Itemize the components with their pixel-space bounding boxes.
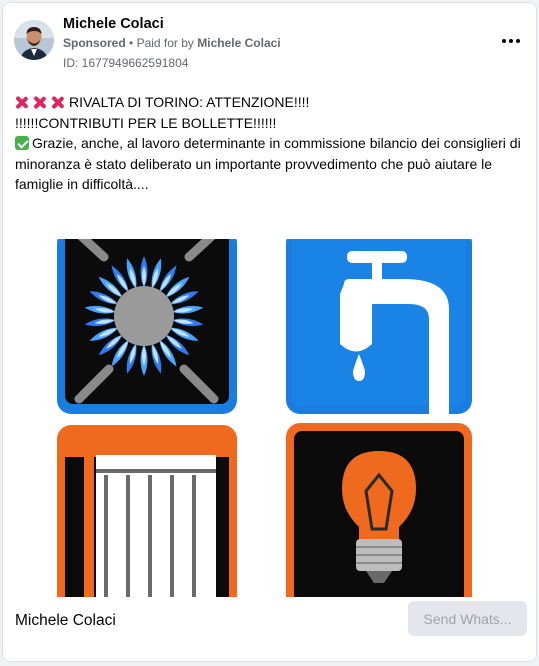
light-bulb-icon: [286, 423, 472, 597]
red-x-icon: [51, 96, 64, 109]
sponsored-label: Sponsored: [63, 36, 126, 50]
post-text: RIVALTA DI TORINO: ATTENZIONE!!!! !!!!!!…: [15, 92, 527, 195]
footer-page-name[interactable]: Michele Colaci: [15, 612, 116, 630]
ad-card: Michele Colaci Sponsored • Paid for by M…: [2, 2, 537, 662]
subheadline: !!!!!!CONTRIBUTI PER LE BOLLETTE!!!!!!: [15, 114, 277, 131]
headline-text: RIVALTA DI TORINO: ATTENZIONE!!!!: [69, 94, 310, 110]
paid-for-prefix: Paid for by: [136, 36, 194, 50]
water-tap-icon: [286, 239, 472, 414]
red-x-icon: [15, 96, 28, 109]
headline: RIVALTA DI TORINO: ATTENZIONE!!!!: [15, 92, 527, 113]
gas-burner-icon: [57, 239, 237, 414]
more-options-icon[interactable]: [498, 31, 524, 51]
send-whatsapp-button[interactable]: Send Whats...: [408, 601, 527, 636]
ad-id: ID: 1677949662591804: [63, 56, 189, 70]
meta-separator: •: [129, 36, 134, 50]
red-x-icon: [33, 96, 46, 109]
body-paragraph-text: Grazie, anche, al lavoro determinante in…: [15, 135, 521, 192]
radiator-icon: [57, 425, 237, 597]
ad-image[interactable]: [4, 239, 536, 597]
author-name[interactable]: Michele Colaci: [63, 16, 164, 32]
paid-for-name[interactable]: Michele Colaci: [197, 36, 280, 50]
green-check-icon: [15, 136, 29, 150]
avatar[interactable]: [14, 20, 54, 60]
post-header: Michele Colaci Sponsored • Paid for by M…: [3, 3, 536, 77]
body-paragraph: Grazie, anche, al lavoro determinante in…: [15, 133, 527, 195]
sponsored-meta: Sponsored • Paid for by Michele Colaci: [63, 36, 281, 50]
